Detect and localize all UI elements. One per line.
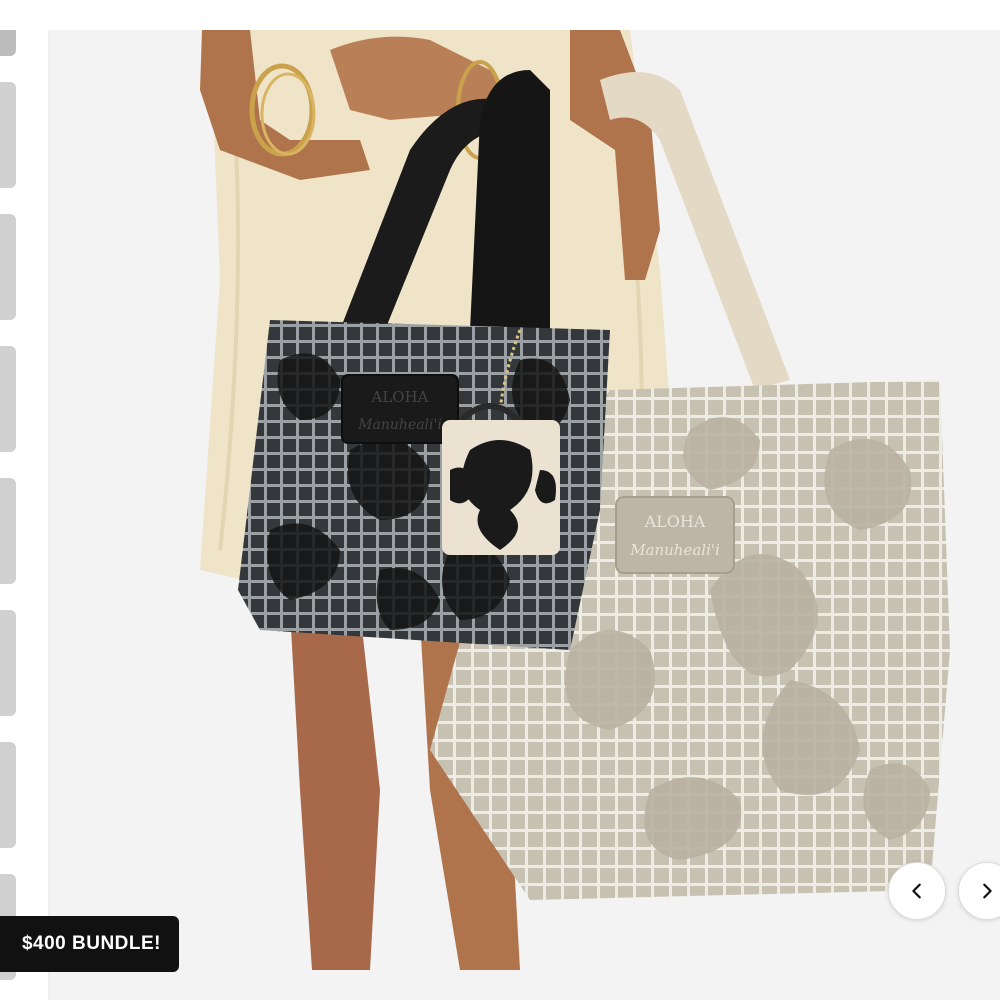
chevron-right-icon bbox=[983, 883, 992, 899]
light-bag-brand-script: Manuheali'i bbox=[629, 541, 720, 559]
previous-image-button[interactable] bbox=[888, 862, 946, 920]
thumbnail-2[interactable] bbox=[0, 82, 16, 188]
dark-bag-brand-script: Manuheali'i bbox=[357, 417, 442, 433]
thumbnail-6[interactable] bbox=[0, 610, 16, 716]
light-bag-logo-text: ALOHA bbox=[644, 512, 706, 531]
promo-badge[interactable]: $400 BUNDLE! bbox=[0, 916, 179, 972]
promo-badge-text: $400 BUNDLE! bbox=[21, 933, 161, 954]
dark-bag-logo-text: ALOHA bbox=[370, 388, 428, 406]
thumbnail-7[interactable] bbox=[0, 742, 16, 848]
thumbnail-5[interactable] bbox=[0, 478, 16, 584]
chevron-left-icon bbox=[912, 883, 921, 899]
thumbnail-3[interactable] bbox=[0, 214, 16, 320]
thumbnail-4[interactable] bbox=[0, 346, 16, 452]
thumbnail-rail bbox=[0, 30, 48, 1000]
thumbnail-1[interactable] bbox=[0, 30, 16, 56]
main-product-image[interactable]: ALOHA Manuheali'i ALOHA Manuheali'i bbox=[50, 30, 1000, 1000]
light-bag-logo-patch bbox=[615, 496, 735, 574]
top-bar bbox=[0, 0, 1000, 31]
